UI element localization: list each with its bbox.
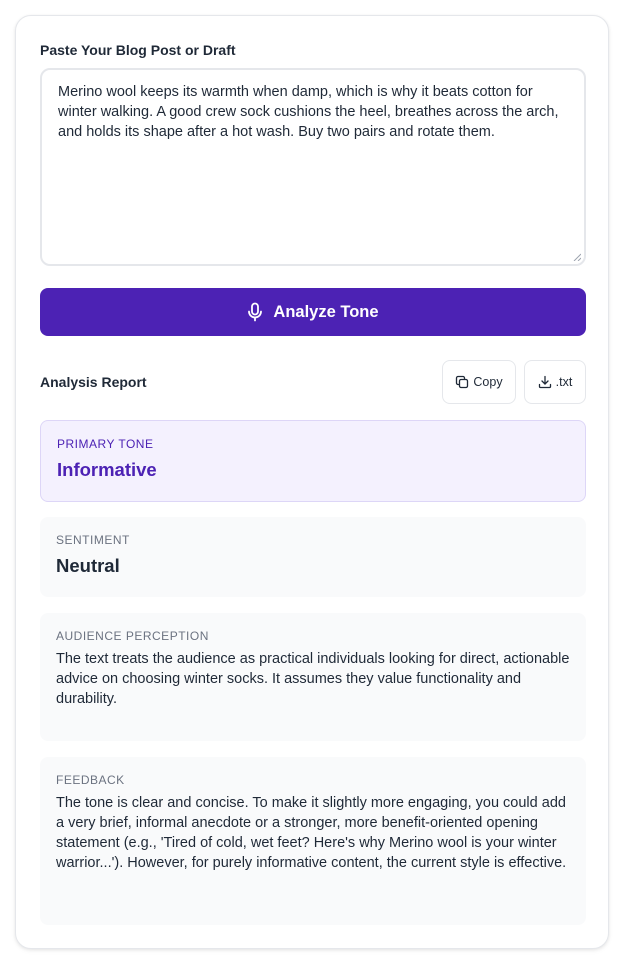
report-title: Analysis Report bbox=[40, 374, 147, 390]
sentiment-value: Neutral bbox=[56, 555, 120, 576]
primary-tone-panel: PRIMARY TONE Informative bbox=[40, 420, 586, 502]
sentiment-label: SENTIMENT bbox=[56, 533, 130, 547]
audience-perception-panel: AUDIENCE PERCEPTION The text treats the … bbox=[40, 613, 586, 741]
analyze-tone-label: Analyze Tone bbox=[273, 302, 379, 321]
copy-label: Copy bbox=[473, 375, 503, 389]
copy-button[interactable]: Copy bbox=[442, 360, 516, 404]
download-label: .txt bbox=[555, 375, 573, 389]
sentiment-panel: SENTIMENT Neutral bbox=[40, 517, 586, 597]
textarea-content[interactable]: Merino wool keeps its warmth when damp, … bbox=[58, 82, 564, 142]
primary-tone-label: PRIMARY TONE bbox=[57, 437, 154, 451]
copy-icon bbox=[456, 375, 469, 389]
resize-grip-icon[interactable] bbox=[573, 253, 581, 261]
microphone-icon bbox=[247, 302, 263, 322]
input-label: Paste Your Blog Post or Draft bbox=[40, 42, 236, 58]
feedback-label: FEEDBACK bbox=[56, 773, 125, 787]
feedback-text: The tone is clear and concise. To make i… bbox=[56, 795, 567, 871]
analyze-tone-button[interactable]: Analyze Tone bbox=[40, 288, 586, 336]
blog-post-textarea[interactable]: Merino wool keeps its warmth when damp, … bbox=[40, 68, 586, 266]
audience-perception-text: The text treats the audience as practica… bbox=[56, 651, 570, 707]
tone-analyzer-card: Paste Your Blog Post or Draft Merino woo… bbox=[15, 15, 609, 949]
feedback-panel: FEEDBACK The tone is clear and concise. … bbox=[40, 757, 586, 925]
primary-tone-value: Informative bbox=[57, 459, 157, 480]
download-txt-button[interactable]: .txt bbox=[524, 360, 586, 404]
download-icon bbox=[538, 375, 551, 389]
audience-perception-label: AUDIENCE PERCEPTION bbox=[56, 629, 209, 643]
